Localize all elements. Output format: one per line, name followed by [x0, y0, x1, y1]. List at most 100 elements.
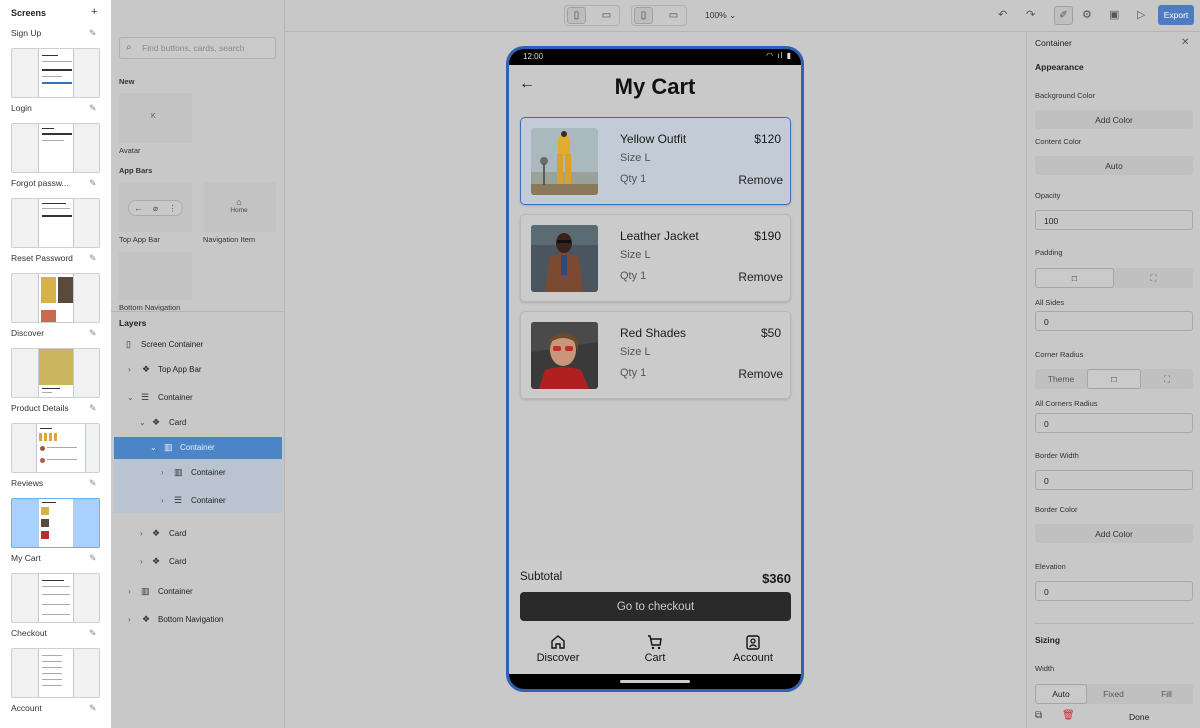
layer-label: Container — [158, 393, 193, 402]
cart-item-card[interactable]: Leather Jacket $190 Size L Qty 1 Remove — [520, 214, 791, 302]
chevron-right-icon[interactable]: › — [128, 615, 131, 624]
play-icon[interactable]: ▷ — [1137, 8, 1145, 21]
portrait-icon[interactable]: ▯ — [634, 7, 653, 24]
layer-container[interactable]: › ▥ Container — [111, 462, 285, 484]
all-sides-input[interactable]: 0 — [1035, 311, 1193, 331]
layer-bottom-navigation[interactable]: › ❖ Bottom Navigation — [111, 609, 285, 631]
add-screen-button[interactable]: + — [91, 6, 97, 18]
phone-device-icon[interactable]: ▯ — [567, 7, 586, 24]
background-add-color-button[interactable]: Add Color — [1035, 110, 1193, 129]
layer-screen-container[interactable]: ▯ Screen Container — [111, 334, 285, 356]
width-fill-option[interactable]: Fill — [1140, 684, 1193, 704]
edit-icon[interactable]: ✎ — [89, 403, 97, 414]
chevron-down-icon[interactable]: ⌄ — [150, 443, 157, 452]
edit-icon[interactable]: ✎ — [89, 253, 97, 264]
individual-corners-icon[interactable]: ⛶ — [1141, 369, 1193, 389]
screen-name-login[interactable]: Login — [11, 103, 85, 113]
screen-thumbnail-checkout[interactable] — [11, 573, 100, 623]
screen-name-discover[interactable]: Discover — [11, 328, 85, 338]
chevron-down-icon[interactable]: ⌄ — [127, 393, 134, 402]
screen-name-reset-password[interactable]: Reset Password — [11, 253, 85, 263]
corner-radius-theme-option[interactable]: Theme — [1035, 369, 1087, 389]
remove-button[interactable]: Remove — [738, 270, 783, 284]
chevron-right-icon[interactable]: › — [161, 468, 164, 477]
chevron-down-icon[interactable]: ⌄ — [139, 418, 146, 427]
chevron-right-icon[interactable]: › — [140, 529, 143, 538]
elevation-input[interactable]: 0 — [1035, 581, 1193, 601]
zoom-select[interactable]: 100% ⌄ — [705, 10, 736, 21]
chevron-right-icon[interactable]: › — [161, 496, 164, 505]
export-button[interactable]: Export — [1158, 5, 1194, 25]
bottom-navigation-tile[interactable] — [119, 252, 192, 300]
undo-icon[interactable]: ↶ — [998, 8, 1007, 21]
layer-top-app-bar[interactable]: › ❖ Top App Bar — [111, 359, 285, 381]
layer-card[interactable]: › ❖ Card — [111, 551, 285, 573]
edit-icon[interactable]: ✎ — [89, 553, 97, 564]
settings-icon[interactable]: ⚙ — [1082, 8, 1092, 21]
layer-container-selected[interactable]: ⌄ ▥ Container — [114, 437, 282, 459]
edit-icon[interactable]: ✎ — [89, 628, 97, 639]
theme-brush-icon[interactable]: ✐ — [1054, 6, 1073, 25]
screen-thumbnail-discover[interactable] — [11, 273, 100, 323]
chevron-right-icon[interactable]: › — [140, 557, 143, 566]
tablet-device-icon[interactable]: ▭ — [597, 7, 616, 24]
duplicate-icon[interactable]: ⧉ — [1035, 710, 1042, 721]
chevron-right-icon[interactable]: › — [128, 365, 131, 374]
edit-icon[interactable]: ✎ — [89, 703, 97, 714]
all-corners-radius-input[interactable]: 0 — [1035, 413, 1193, 433]
nav-item-account[interactable]: Account — [713, 634, 793, 664]
individual-sides-icon[interactable]: ⛶ — [1114, 268, 1193, 288]
edit-icon[interactable]: ✎ — [89, 478, 97, 489]
screen-thumbnail-sign-up[interactable] — [11, 48, 100, 98]
width-fixed-option[interactable]: Fixed — [1087, 684, 1140, 704]
edit-icon[interactable]: ✎ — [89, 103, 97, 114]
opacity-input[interactable]: 100 — [1035, 210, 1193, 230]
layer-container[interactable]: › ▥ Container — [111, 581, 285, 603]
screen-thumbnail-product-details[interactable] — [11, 348, 100, 398]
content-color-auto-button[interactable]: Auto — [1035, 156, 1193, 175]
screen-name-account[interactable]: Account — [11, 703, 85, 713]
nav-item-cart[interactable]: Cart — [615, 634, 695, 664]
screen-name-my-cart[interactable]: My Cart — [11, 553, 85, 563]
delete-icon[interactable]: 🗑 — [1062, 710, 1075, 721]
navigation-item-tile[interactable]: ⌂ Home — [203, 182, 276, 232]
search-input[interactable] — [142, 41, 272, 55]
cart-item-card[interactable]: Yellow Outfit $120 Size L Qty 1 Remove — [520, 117, 791, 205]
layer-card[interactable]: ⌄ ❖ Card — [111, 412, 285, 434]
edit-icon[interactable]: ✎ — [89, 178, 97, 189]
screen-name-reviews[interactable]: Reviews — [11, 478, 85, 488]
layer-container[interactable]: ⌄ ☰ Container — [111, 387, 285, 409]
screen-thumbnail-my-cart[interactable] — [11, 498, 100, 548]
layer-card[interactable]: › ❖ Card — [111, 523, 285, 545]
screen-name-checkout[interactable]: Checkout — [11, 628, 85, 638]
edit-icon[interactable]: ✎ — [89, 328, 97, 339]
screen-name-product-details[interactable]: Product Details — [11, 403, 85, 413]
close-icon[interactable]: ✕ — [1181, 37, 1189, 48]
width-auto-option[interactable]: Auto — [1035, 684, 1087, 704]
remove-button[interactable]: Remove — [738, 367, 783, 381]
border-width-input[interactable]: 0 — [1035, 470, 1193, 490]
screen-thumbnail-login[interactable] — [11, 123, 100, 173]
cart-item-card[interactable]: Red Shades $50 Size L Qty 1 Remove — [520, 311, 791, 399]
checkout-button[interactable]: Go to checkout — [520, 592, 791, 621]
component-icon: ❖ — [142, 364, 151, 374]
all-sides-square-icon[interactable]: □ — [1035, 268, 1114, 288]
done-button[interactable]: Done — [1129, 712, 1149, 722]
screen-name-forgot-password[interactable]: Forgot passw... — [11, 178, 85, 188]
screen-thumbnail-account[interactable] — [11, 648, 100, 698]
chevron-right-icon[interactable]: › — [128, 587, 131, 596]
screen-thumbnail-forgot-password[interactable] — [11, 198, 100, 248]
redo-icon[interactable]: ↷ — [1026, 8, 1035, 21]
remove-button[interactable]: Remove — [738, 173, 783, 187]
landscape-icon[interactable]: ▭ — [664, 7, 683, 24]
screen-thumbnail-reviews[interactable] — [11, 423, 100, 473]
save-icon[interactable]: ▣ — [1109, 8, 1119, 21]
edit-icon[interactable]: ✎ — [89, 28, 97, 39]
nav-item-discover[interactable]: Discover — [518, 634, 598, 664]
all-corners-square-icon[interactable]: □ — [1087, 369, 1141, 389]
screen-name-sign-up[interactable]: Sign Up — [11, 28, 85, 38]
layer-container[interactable]: › ☰ Container — [111, 490, 285, 512]
top-app-bar-tile[interactable]: ← ⌀ ⋮ — [119, 182, 192, 232]
border-add-color-button[interactable]: Add Color — [1035, 524, 1193, 543]
avatar-tile[interactable]: K — [119, 93, 192, 143]
